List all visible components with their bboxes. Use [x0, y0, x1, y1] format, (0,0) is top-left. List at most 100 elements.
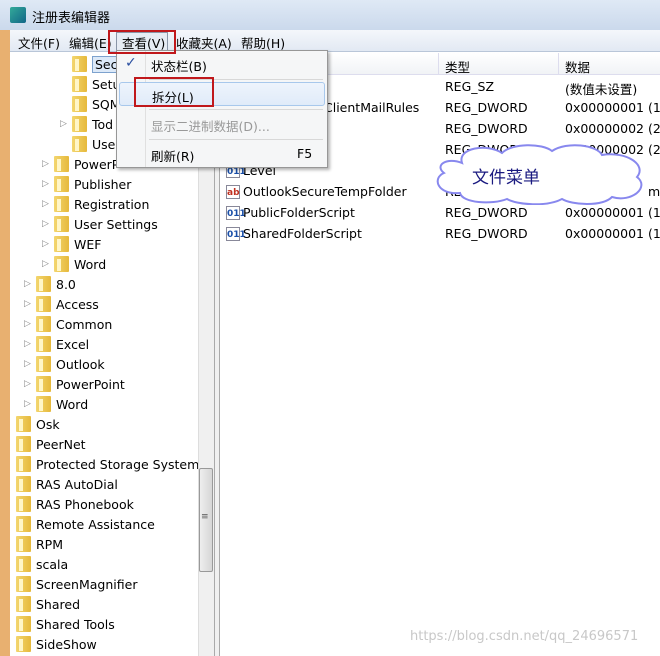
menu-item-refresh[interactable]: 刷新(R) F5 — [119, 142, 325, 166]
expand-arrow-icon[interactable]: ▷ — [24, 399, 31, 409]
tree-item[interactable]: Remote Assistance — [16, 514, 155, 534]
expand-arrow-icon[interactable]: ▷ — [24, 319, 31, 329]
folder-icon — [72, 56, 87, 72]
watermark: https://blog.csdn.net/qq_24696571 — [410, 629, 639, 644]
tree-item-label: Access — [56, 296, 99, 312]
tree-item[interactable]: ▷ Tod — [60, 114, 113, 134]
tree-item-label: RAS AutoDial — [36, 476, 118, 492]
expand-arrow-icon[interactable]: ▷ — [24, 299, 31, 309]
tree-item[interactable]: ▷ Access — [24, 294, 99, 314]
folder-icon — [16, 576, 31, 592]
tree-item[interactable]: ▷ Word — [42, 254, 107, 274]
tree-item[interactable]: ▷ User Settings — [42, 214, 158, 234]
tree-item[interactable]: RAS AutoDial — [16, 474, 118, 494]
expand-arrow-icon[interactable]: ▷ — [42, 219, 49, 229]
folder-icon — [16, 556, 31, 572]
menu-file[interactable]: 文件(F) — [18, 33, 60, 52]
tree-item[interactable]: ▷ Common — [24, 314, 113, 334]
scroll-grip-icon: ≡ — [201, 512, 209, 522]
folder-icon — [72, 76, 87, 92]
expand-arrow-icon[interactable]: ▷ — [60, 119, 67, 129]
tree-item-label: Use — [92, 136, 116, 152]
tree-item[interactable]: scala — [16, 554, 68, 574]
value-type: REG_DWORD — [445, 205, 528, 220]
folder-icon — [36, 336, 51, 352]
dword-value-icon: 011 — [226, 227, 246, 241]
folder-icon — [36, 276, 51, 292]
menu-item-statusbar[interactable]: ✓ 状态栏(B) — [119, 52, 325, 76]
tree-item[interactable]: RPM — [16, 534, 63, 554]
tree-item[interactable]: Setu — [72, 74, 120, 94]
menu-item-label: 状态栏(B) — [151, 59, 207, 74]
tree-item-label: User Settings — [74, 216, 158, 232]
expand-arrow-icon[interactable]: ▷ — [24, 339, 31, 349]
tree-item-label: Common — [56, 316, 113, 332]
tree-item[interactable]: ▷ PowerPoint — [24, 374, 125, 394]
value-name: SharedFolderScript — [243, 226, 362, 241]
column-divider[interactable] — [558, 53, 559, 75]
tree-item-label: RAS Phonebook — [36, 496, 134, 512]
tree-item-label: Word — [74, 256, 107, 272]
menu-shortcut: F5 — [297, 146, 313, 161]
tree-item[interactable]: SideShow — [16, 634, 97, 654]
tree-item-label: scala — [36, 556, 69, 572]
tree-item[interactable]: ▷ Outlook — [24, 354, 105, 374]
menu-item-show-binary[interactable]: 显示二进制数据(D)... — [119, 112, 325, 136]
value-type: REG_DWORD — [445, 121, 528, 136]
tree-item[interactable]: ▷ 8.0 — [24, 274, 76, 294]
tree-item[interactable]: ▷ WEF — [42, 234, 101, 254]
dword-value-icon: 011 — [226, 206, 246, 220]
menu-edit[interactable]: 编辑(E) — [69, 33, 112, 52]
expand-arrow-icon[interactable]: ▷ — [42, 199, 49, 209]
folder-icon — [36, 296, 51, 312]
regedit-icon — [10, 7, 26, 23]
folder-icon — [72, 136, 87, 152]
tree-item[interactable]: Protected Storage System P — [16, 454, 198, 474]
tree-item-label: PeerNet — [36, 436, 86, 452]
tree-item[interactable]: RAS Phonebook — [16, 494, 134, 514]
column-data[interactable]: 数据 — [565, 57, 590, 76]
value-row[interactable]: 011 PublicFolderScript REG_DWORD 0x00000001… — [224, 203, 660, 224]
tree-item[interactable]: PeerNet — [16, 434, 86, 454]
column-type[interactable]: 类型 — [445, 57, 470, 76]
value-row[interactable]: 011 SharedFolderScript REG_DWORD 0x00000001… — [224, 224, 660, 245]
folder-icon — [36, 396, 51, 412]
expand-arrow-icon[interactable]: ▷ — [24, 279, 31, 289]
tree-item[interactable]: Use — [72, 134, 115, 154]
expand-arrow-icon[interactable]: ▷ — [42, 239, 49, 249]
folder-icon — [72, 96, 87, 112]
tree-item[interactable]: ▷ Excel — [24, 334, 89, 354]
background-edge — [0, 0, 10, 656]
highlight-box-view — [108, 30, 176, 54]
folder-icon — [16, 536, 31, 552]
expand-arrow-icon[interactable]: ▷ — [42, 179, 49, 189]
folder-icon — [16, 416, 31, 432]
tree-item[interactable]: ▷ Word — [24, 394, 89, 414]
tree-item-label: Osk — [36, 416, 60, 432]
tree-item[interactable]: Shared — [16, 594, 80, 614]
value-type: REG_SZ — [445, 79, 495, 94]
tree-item[interactable]: ▷ Publisher — [42, 174, 132, 194]
value-type: REG_DWORD — [445, 226, 528, 241]
callout-text: 文件菜单 — [472, 168, 540, 188]
expand-arrow-icon[interactable]: ▷ — [42, 159, 49, 169]
tree-item-label: Publisher — [74, 176, 132, 192]
view-dropdown-menu: ✓ 状态栏(B) 拆分(L) 显示二进制数据(D)... 刷新(R) F5 — [116, 50, 328, 168]
tree-item[interactable]: Osk — [16, 414, 60, 434]
folder-icon — [54, 196, 69, 212]
folder-icon — [54, 176, 69, 192]
tree-item[interactable]: ScreenMagnifier — [16, 574, 137, 594]
expand-arrow-icon[interactable]: ▷ — [24, 359, 31, 369]
value-type: REG_DWORD — [445, 100, 528, 115]
expand-arrow-icon[interactable]: ▷ — [24, 379, 31, 389]
tree-item-label: Outlook — [56, 356, 105, 372]
column-divider[interactable] — [438, 53, 439, 75]
expand-arrow-icon[interactable]: ▷ — [42, 259, 49, 269]
tree-item[interactable]: Shared Tools — [16, 614, 115, 634]
tree-item[interactable]: ▷ Registration — [42, 194, 149, 214]
tree-item[interactable]: ▷ PowerP — [42, 154, 119, 174]
folder-icon — [36, 376, 51, 392]
tree-item-label: Word — [56, 396, 89, 412]
tree-item[interactable]: SQM — [72, 94, 121, 114]
tree-item-label: 8.0 — [56, 276, 76, 292]
